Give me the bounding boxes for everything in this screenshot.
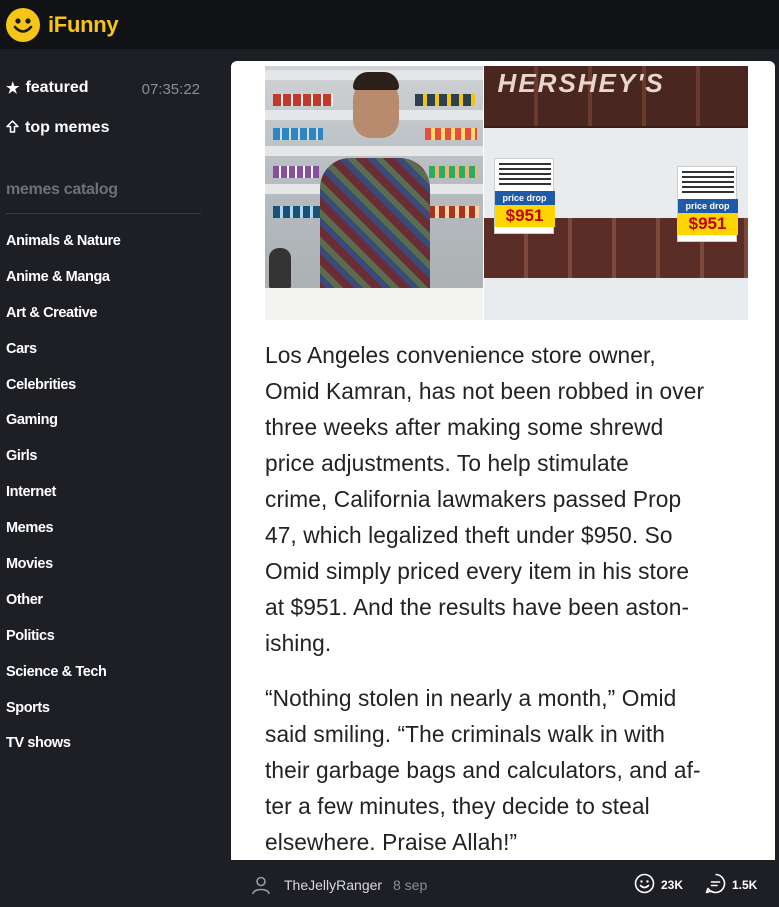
- article-line: at $951. And the results have been aston…: [265, 594, 690, 620]
- catalog-item-girls[interactable]: Girls: [6, 447, 120, 483]
- catalog-item-movies[interactable]: Movies: [6, 555, 120, 591]
- article-text: Los Angeles convenience store owner, Omi…: [265, 337, 755, 860]
- comments-button[interactable]: 1.5K: [705, 873, 757, 897]
- catalog-item-anime[interactable]: Anime & Manga: [6, 268, 120, 304]
- article-line: their garbage bags and calculators, and …: [265, 757, 701, 783]
- article-line: crime, California lawmakers passed Prop: [265, 486, 682, 512]
- user-icon[interactable]: [251, 875, 271, 900]
- article-line: price adjustments. To help stimulate: [265, 450, 629, 476]
- sidebar: ★ featured 07:35:22 top memes memes cata…: [0, 49, 230, 907]
- price-tag-left: price drop $951: [493, 158, 555, 234]
- ifunny-logo-icon[interactable]: [6, 7, 40, 42]
- nav-top-memes[interactable]: top memes: [6, 119, 109, 137]
- catalog-list: Animals & Nature Anime & Manga Art & Cre…: [6, 232, 121, 770]
- catalog-item-memes[interactable]: Memes: [6, 519, 120, 555]
- article-line: Omid simply priced every item in his sto…: [265, 558, 690, 584]
- price-tag-photo: HERSHEY'S price drop $951 price drop $95…: [483, 66, 748, 320]
- post-footer: TheJellyRanger 8 sep 23K 1.5K: [231, 860, 775, 907]
- article-line: three weeks after making some shrewd: [265, 414, 664, 440]
- catalog-title: memes catalog: [6, 181, 118, 198]
- catalog-item-sports[interactable]: Sports: [6, 699, 120, 735]
- meme-card[interactable]: HERSHEY'S price drop $951 price drop $95…: [231, 61, 775, 860]
- article-line: “Nothing stolen in nearly a month,” Omid: [265, 685, 677, 711]
- price-drop-label: price drop: [494, 191, 555, 205]
- catalog-item-other[interactable]: Other: [6, 591, 120, 627]
- catalog-item-politics[interactable]: Politics: [6, 627, 120, 663]
- store-owner-photo: [265, 66, 483, 320]
- smile-button[interactable]: 23K: [634, 873, 683, 897]
- catalog-item-tv-shows[interactable]: TV shows: [6, 734, 120, 770]
- catalog-item-art[interactable]: Art & Creative: [6, 304, 120, 340]
- price-value-2: $951: [677, 213, 738, 235]
- comment-icon: [705, 873, 726, 897]
- app-name[interactable]: iFunny: [48, 12, 119, 38]
- article-line: ter a few minutes, they decide to steal: [265, 793, 650, 819]
- brand-text: HERSHEY'S: [497, 68, 665, 98]
- catalog-item-gaming[interactable]: Gaming: [6, 411, 120, 447]
- arrow-up-icon: [6, 119, 19, 137]
- article-line: Los Angeles convenience store owner,: [265, 342, 656, 368]
- nav-top-memes-label: top memes: [25, 119, 110, 136]
- meme-image: HERSHEY'S price drop $951 price drop $95…: [265, 66, 748, 320]
- divider: [6, 213, 201, 214]
- comment-count: 1.5K: [732, 878, 758, 892]
- post-date: 8 sep: [393, 877, 428, 893]
- top-bar: iFunny: [0, 0, 779, 49]
- featured-timer: 07:35:22: [141, 81, 200, 98]
- price-value: $951: [494, 205, 555, 227]
- article-line: said smiling. “The criminals walk in wit…: [265, 721, 665, 747]
- catalog-item-celebrities[interactable]: Celebrities: [6, 376, 120, 412]
- article-line: ishing.: [265, 630, 332, 656]
- article-line: 47, which legalized theft under $950. So: [265, 522, 673, 548]
- price-tag-right: price drop $951: [676, 166, 738, 242]
- price-drop-label-2: price drop: [677, 199, 738, 213]
- article-paragraph-1: Los Angeles convenience store owner, Omi…: [265, 337, 755, 661]
- catalog-item-internet[interactable]: Internet: [6, 483, 120, 519]
- nav-featured[interactable]: ★ featured: [6, 79, 89, 97]
- smile-count: 23K: [661, 878, 684, 892]
- nav-featured-label: featured: [25, 79, 89, 96]
- catalog-item-science[interactable]: Science & Tech: [6, 663, 120, 699]
- smile-icon: [634, 873, 655, 897]
- article-line: elsewhere. Praise Allah!”: [265, 829, 518, 855]
- author-username[interactable]: TheJellyRanger: [284, 877, 382, 893]
- star-icon: ★: [6, 80, 20, 97]
- catalog-item-animals[interactable]: Animals & Nature: [6, 232, 121, 268]
- article-line: Omid Kamran, has not been robbed in over: [265, 378, 705, 404]
- catalog-item-cars[interactable]: Cars: [6, 340, 120, 376]
- article-paragraph-2: “Nothing stolen in nearly a month,” Omid…: [265, 680, 755, 860]
